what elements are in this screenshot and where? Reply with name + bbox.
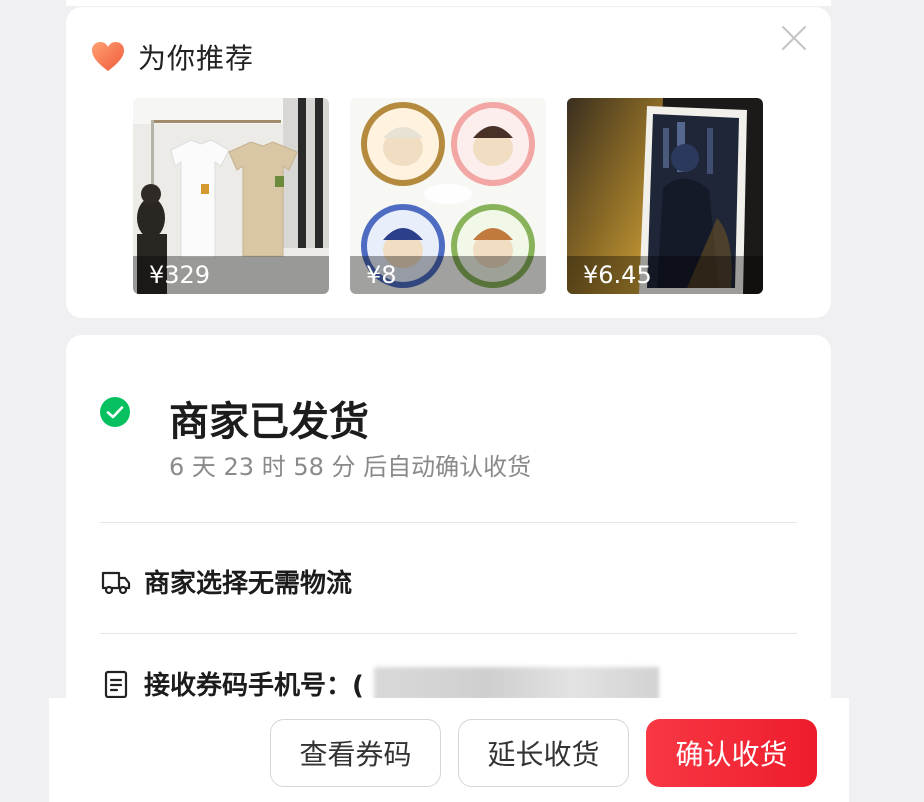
recommendation-card: 为你推荐 ¥329 ¥8 ¥6.45 <box>66 7 831 318</box>
phone-label: 接收券码手机号：( <box>144 671 364 701</box>
recommend-item-tshirts[interactable]: ¥329 <box>133 98 329 294</box>
auto-confirm-countdown: 6 天 23 时 58 分 后自动确认收货 <box>169 453 532 481</box>
truck-icon <box>101 571 131 594</box>
document-icon <box>104 670 128 698</box>
previous-card-edge <box>66 0 831 6</box>
extend-receipt-button[interactable]: 延长收货 <box>458 719 629 787</box>
item-price: ¥8 <box>350 256 546 294</box>
confirm-receipt-button[interactable]: 确认收货 <box>646 719 817 787</box>
view-code-button[interactable]: 查看券码 <box>270 719 441 787</box>
check-circle-icon <box>100 397 130 427</box>
masked-phone-number <box>373 666 659 701</box>
heart-icon <box>92 42 124 71</box>
recommendation-header: 为你推荐 <box>90 37 254 77</box>
divider <box>100 633 797 634</box>
item-price: ¥6.45 <box>567 256 763 294</box>
order-status-card: 商家已发货 6 天 23 时 58 分 后自动确认收货 商家选择无需物流 接收券… <box>66 335 831 755</box>
status-title: 商家已发货 <box>169 399 369 445</box>
bottom-action-bar: 查看券码 延长收货 确认收货 <box>49 698 849 802</box>
close-icon[interactable] <box>781 25 807 51</box>
recommendation-title: 为你推荐 <box>138 42 255 75</box>
divider <box>100 522 797 523</box>
logistics-text: 商家选择无需物流 <box>144 569 353 599</box>
phone-row: 接收券码手机号：( <box>100 665 659 702</box>
recommend-item-photocard[interactable]: ¥6.45 <box>567 98 763 294</box>
item-price: ¥329 <box>133 256 329 294</box>
logistics-row: 商家选择无需物流 <box>100 563 352 600</box>
recommend-item-badges[interactable]: ¥8 <box>350 98 546 294</box>
